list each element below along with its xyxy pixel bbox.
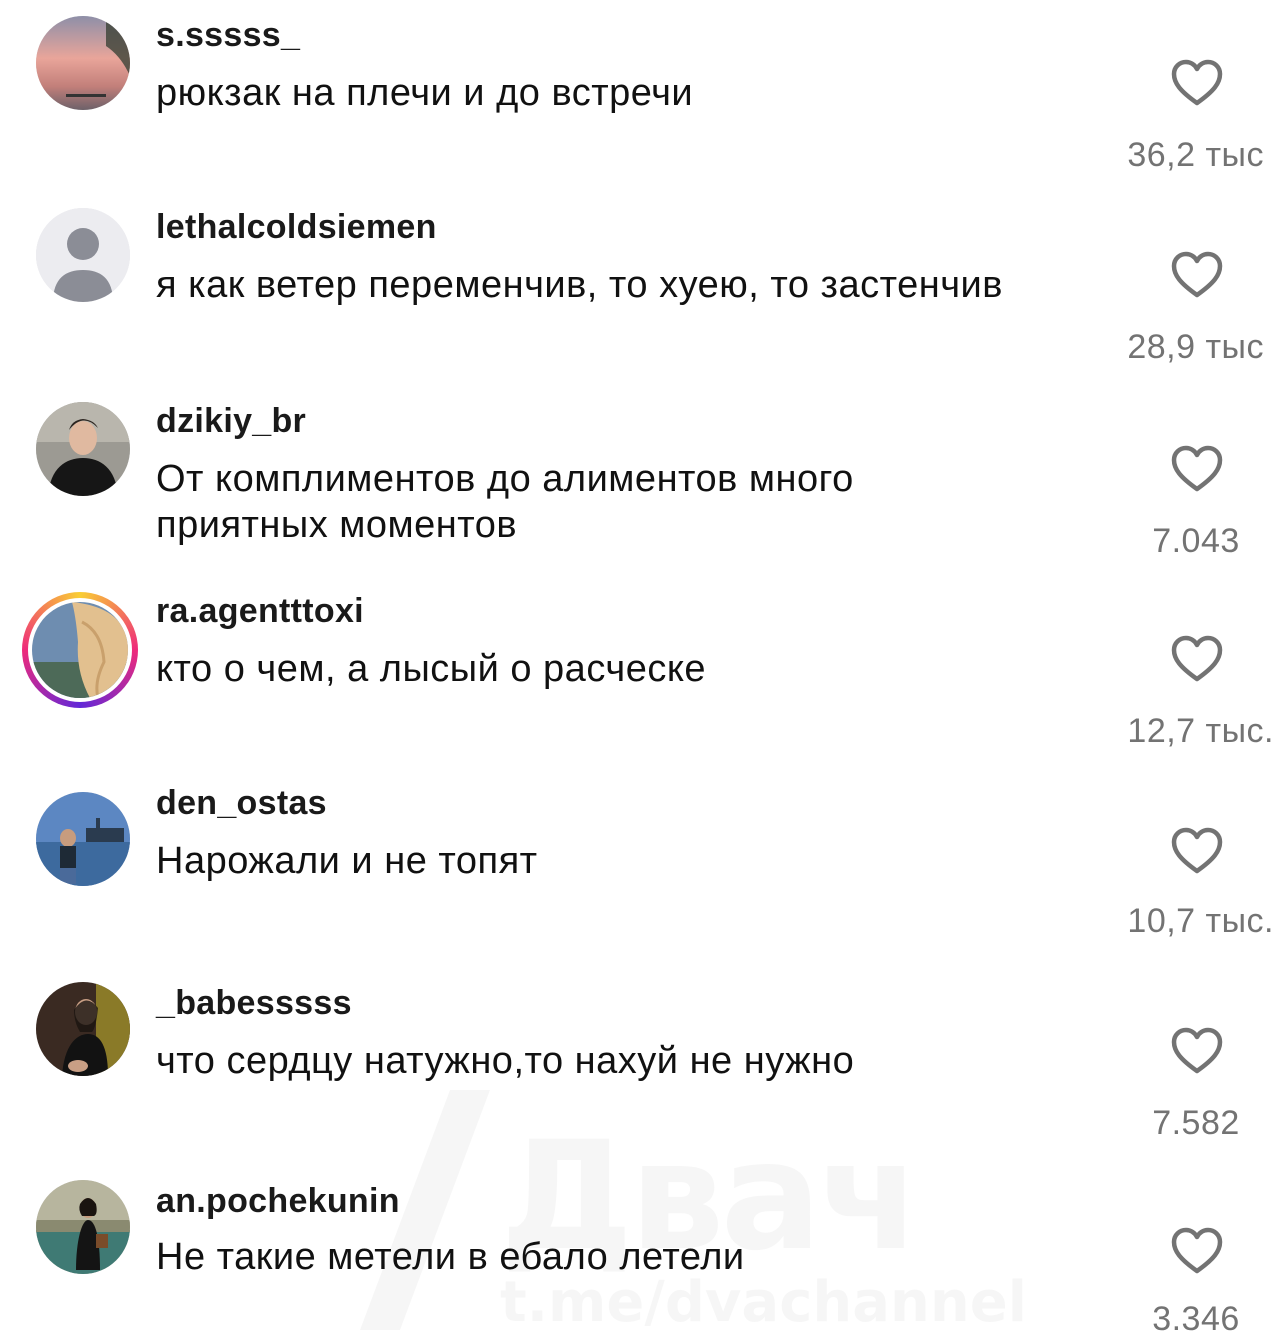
like-count: 10,7 тыс. (1127, 902, 1274, 940)
comment-username[interactable]: dzikiy_br (156, 402, 306, 441)
heart-outline-icon[interactable] (1170, 634, 1224, 684)
heart-outline-icon[interactable] (1170, 1026, 1224, 1076)
comment-username[interactable]: lethalcoldsiemen (156, 208, 437, 247)
heart-outline-icon[interactable] (1170, 58, 1224, 108)
like-count: 7.582 (1152, 1104, 1240, 1142)
avatar-photo (36, 792, 130, 886)
comment-username[interactable]: _babesssss (156, 984, 352, 1023)
like-count: 7.043 (1152, 522, 1240, 560)
avatar[interactable] (36, 792, 130, 886)
avatar[interactable] (36, 982, 130, 1076)
comment-text: что сердцу натужно,то нахуй не нужно (156, 1040, 855, 1082)
comment-text: кто о чем, а лысый о расческе (156, 648, 707, 690)
avatar-photo (36, 982, 130, 1076)
avatar[interactable] (36, 208, 130, 302)
heart-outline-icon[interactable] (1170, 1226, 1224, 1276)
like-count: 36,2 тыс (1127, 136, 1264, 174)
avatar[interactable] (36, 1180, 130, 1274)
comment-text: От комплиментов до алиментов много прият… (156, 458, 854, 546)
avatar-photo (36, 1180, 130, 1274)
comment-text: Нарожали и не топят (156, 840, 538, 882)
avatar-story-ring[interactable] (22, 592, 138, 708)
default-user-icon (36, 208, 130, 302)
comment-username[interactable]: ra.agentttoxi (156, 592, 364, 631)
heart-outline-icon[interactable] (1170, 444, 1224, 494)
avatar (32, 602, 128, 698)
like-count: 12,7 тыс. (1127, 712, 1274, 750)
avatar-photo (36, 16, 130, 110)
like-count: 3.346 (1152, 1300, 1240, 1338)
like-count: 28,9 тыс (1127, 328, 1264, 366)
comment-text: я как ветер переменчив, то хуею, то заст… (156, 264, 1003, 306)
avatar-ring-gap (28, 598, 132, 702)
comment-text: рюкзак на плечи и до встречи (156, 72, 694, 114)
avatar-photo (36, 402, 130, 496)
avatar[interactable] (36, 402, 130, 496)
comment-username[interactable]: s.sssss_ (156, 16, 300, 55)
comment-username[interactable]: den_ostas (156, 784, 327, 823)
comment-username[interactable]: an.pochekunin (156, 1182, 400, 1221)
heart-outline-icon[interactable] (1170, 826, 1224, 876)
heart-outline-icon[interactable] (1170, 250, 1224, 300)
avatar[interactable] (36, 16, 130, 110)
avatar-photo (32, 602, 128, 698)
comment-text: Не такие метели в ебало летели (156, 1236, 745, 1278)
